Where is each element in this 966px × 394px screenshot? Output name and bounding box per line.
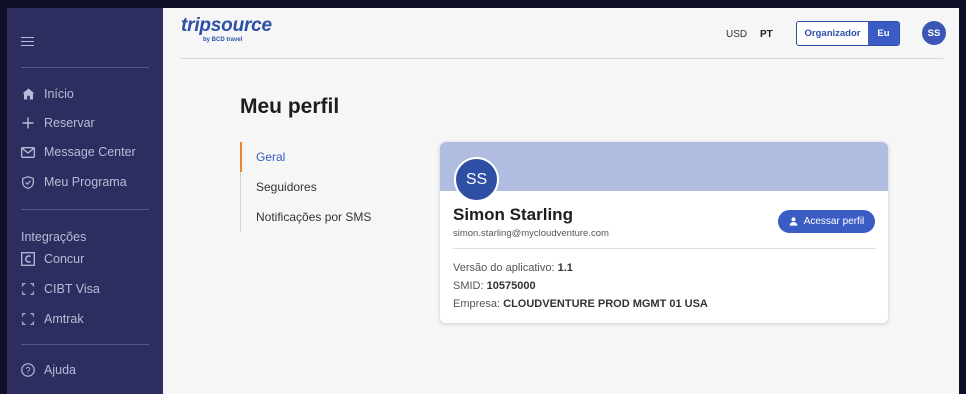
sidebar-divider (21, 67, 149, 68)
link-bracket-icon (21, 282, 35, 296)
sidebar-item-amtrak[interactable]: Amtrak (21, 310, 84, 328)
view-mode-toggle: Organizador Eu (796, 21, 900, 46)
user-avatar[interactable]: SS (922, 21, 946, 45)
app-version-line: Versão do aplicativo: 1.1 (453, 262, 573, 274)
person-icon (789, 217, 798, 226)
help-circle-icon: ? (21, 363, 35, 377)
sidebar-divider (21, 209, 149, 210)
profile-subnav: Geral Seguidores Notificações por SMS (240, 142, 390, 232)
integrations-heading: Integrações (21, 230, 87, 244)
logo-text: tripsource (181, 15, 272, 36)
sidebar-item-label: CIBT Visa (44, 282, 100, 296)
page-title: Meu perfil (240, 95, 340, 118)
main-content: tripsource by BCD travel USD PT Organiza… (163, 8, 959, 394)
toggle-eu[interactable]: Eu (868, 22, 899, 45)
sidebar-item-ajuda[interactable]: ? Ajuda (21, 361, 76, 379)
company-line: Empresa: CLOUDVENTURE PROD MGMT 01 USA (453, 298, 708, 310)
sidebar-item-label: Amtrak (44, 312, 84, 326)
smid-label: SMID: (453, 280, 484, 292)
svg-text:?: ? (25, 365, 30, 375)
profile-banner (440, 142, 888, 191)
sidebar-divider (21, 344, 149, 345)
sidebar-item-concur[interactable]: Concur (21, 250, 84, 268)
toggle-organizador[interactable]: Organizador (797, 22, 868, 45)
app-window: Início Reservar Message Center Meu Progr… (7, 8, 959, 394)
concur-icon (21, 252, 35, 266)
sidebar-item-label: Início (44, 87, 74, 101)
shield-icon (21, 175, 35, 189)
subnav-notificacoes-sms[interactable]: Notificações por SMS (241, 202, 390, 232)
subnav-seguidores[interactable]: Seguidores (241, 172, 390, 202)
currency-selector[interactable]: USD (726, 29, 747, 40)
profile-email: simon.starling@mycloudventure.com (453, 228, 609, 239)
sidebar-item-label: Reservar (44, 116, 95, 130)
sidebar-item-reservar[interactable]: Reservar (21, 114, 95, 132)
logo-subtext: by BCD travel (203, 37, 243, 43)
sidebar-item-label: Meu Programa (44, 175, 127, 189)
sidebar: Início Reservar Message Center Meu Progr… (7, 8, 163, 394)
access-profile-button[interactable]: Acessar perfil (778, 210, 875, 233)
sidebar-item-label: Ajuda (44, 363, 76, 377)
access-profile-label: Acessar perfil (803, 216, 865, 227)
smid-line: SMID: 10575000 (453, 280, 536, 292)
company-value: CLOUDVENTURE PROD MGMT 01 USA (503, 298, 708, 310)
hamburger-icon[interactable] (21, 37, 34, 46)
plus-icon (21, 116, 35, 130)
sidebar-item-inicio[interactable]: Início (21, 85, 74, 103)
sidebar-item-label: Message Center (44, 145, 136, 159)
sidebar-item-message-center[interactable]: Message Center (21, 143, 136, 161)
profile-avatar: SS (454, 157, 499, 202)
tripsource-logo[interactable]: tripsource by BCD travel (181, 16, 272, 44)
subnav-geral[interactable]: Geral (240, 142, 390, 172)
profile-name: Simon Starling (453, 205, 573, 224)
home-icon (21, 87, 35, 101)
smid-value: 10575000 (486, 280, 536, 292)
company-label: Empresa: (453, 298, 501, 310)
sidebar-item-cibt-visa[interactable]: CIBT Visa (21, 280, 100, 298)
app-version-label: Versão do aplicativo: (453, 262, 555, 274)
profile-card: SS Simon Starling simon.starling@mycloud… (440, 142, 888, 323)
sidebar-item-label: Concur (44, 252, 85, 266)
header-divider (181, 58, 943, 59)
card-divider (453, 248, 876, 249)
language-selector[interactable]: PT (760, 29, 773, 40)
link-bracket-icon (21, 312, 35, 326)
mail-icon (21, 145, 35, 159)
sidebar-item-meu-programa[interactable]: Meu Programa (21, 173, 127, 191)
app-version-value: 1.1 (557, 262, 573, 274)
